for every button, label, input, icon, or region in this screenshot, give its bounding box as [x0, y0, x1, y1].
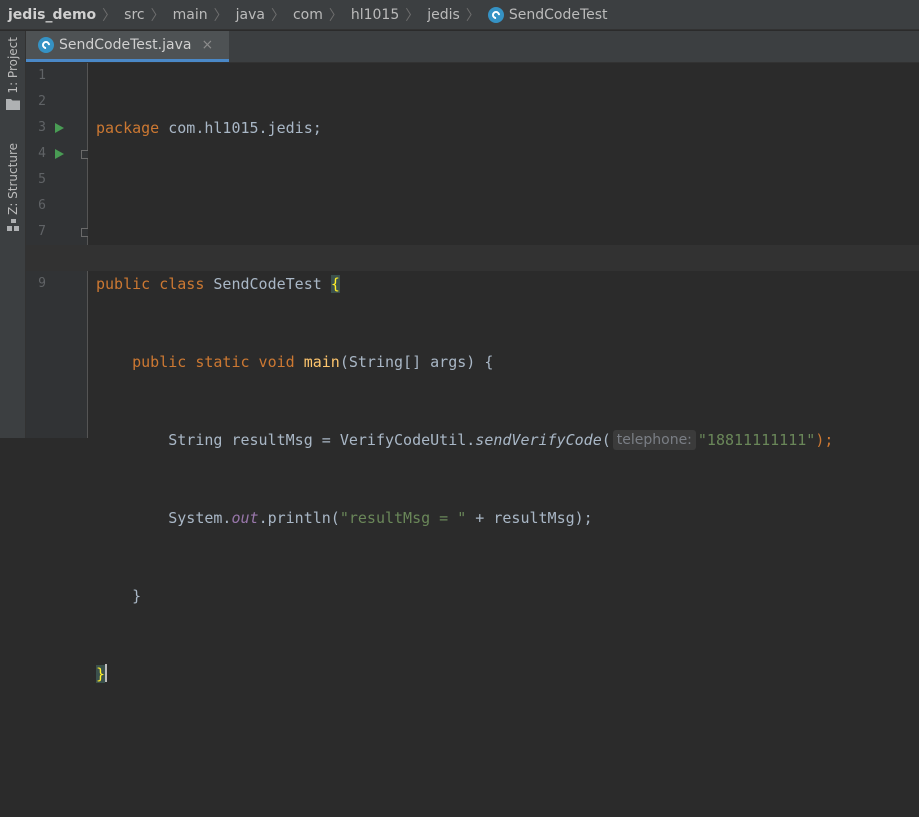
chevron-right-icon: 〉: [270, 7, 285, 24]
chevron-right-icon: 〉: [328, 7, 343, 24]
tab-sendcodetest[interactable]: SendCodeTest.java ×: [26, 31, 229, 62]
run-class-icon[interactable]: [55, 123, 64, 133]
breadcrumb-com[interactable]: com: [293, 7, 323, 23]
chevron-right-icon: 〉: [213, 7, 228, 24]
code-line-5: String resultMsg = VerifyCodeUtil.sendVe…: [96, 430, 834, 450]
folder-icon: [6, 98, 20, 110]
text-caret: [105, 664, 108, 682]
parameter-hint: telephone:: [612, 430, 696, 450]
breadcrumb-project[interactable]: jedis_demo: [8, 7, 96, 23]
line-number: 3: [38, 120, 46, 135]
line-number: 2: [38, 94, 46, 109]
breadcrumb-src[interactable]: src: [124, 7, 144, 23]
breadcrumb-hl1015[interactable]: hl1015: [351, 7, 399, 23]
breadcrumb-main[interactable]: main: [173, 7, 208, 23]
code-line-1: package com.hl1015.jedis;: [96, 119, 322, 137]
code-content: package com.hl1015.jedis; public class S…: [96, 63, 833, 817]
matched-brace: }: [96, 665, 106, 683]
line-number: 1: [38, 68, 46, 83]
line-number: 5: [38, 172, 46, 187]
breadcrumb-java[interactable]: java: [236, 7, 265, 23]
breadcrumb: jedis_demo 〉 src 〉 main 〉 java 〉 com 〉 h…: [0, 0, 919, 30]
tab-label: SendCodeTest.java: [59, 37, 192, 53]
code-editor[interactable]: package com.hl1015.jedis; public class S…: [26, 63, 919, 683]
breadcrumb-jedis[interactable]: jedis: [427, 7, 460, 23]
chevron-right-icon: 〉: [405, 7, 420, 24]
chevron-right-icon: 〉: [465, 7, 480, 24]
editor-tab-bar: SendCodeTest.java ×: [26, 31, 919, 63]
tool-window-strip: 1: Project Z: Structure: [0, 31, 26, 438]
breadcrumb-sendcodetest[interactable]: SendCodeTest: [487, 6, 608, 23]
structure-icon: [7, 218, 19, 231]
matched-brace: {: [330, 275, 340, 293]
close-icon[interactable]: ×: [201, 37, 213, 53]
class-c-icon: [487, 6, 504, 23]
class-c-icon: [38, 37, 54, 53]
line-number: 4: [38, 146, 46, 161]
code-line-4: public static void main(String[] args) {: [132, 353, 494, 371]
code-line-6: System.out.println("resultMsg = " + resu…: [96, 509, 593, 527]
chevron-right-icon: 〉: [150, 7, 165, 24]
line-number: 6: [38, 198, 46, 213]
code-line-3: public class SendCodeTest {: [96, 275, 340, 293]
run-main-icon[interactable]: [55, 149, 64, 159]
line-number: 7: [38, 224, 46, 239]
structure-tool-tab[interactable]: Z: Structure: [0, 143, 26, 231]
code-line-7: }: [96, 587, 142, 605]
project-tool-tab[interactable]: 1: Project: [0, 37, 26, 110]
line-number: 9: [38, 276, 46, 291]
chevron-right-icon: 〉: [102, 7, 117, 24]
code-line-8: }: [96, 661, 833, 687]
